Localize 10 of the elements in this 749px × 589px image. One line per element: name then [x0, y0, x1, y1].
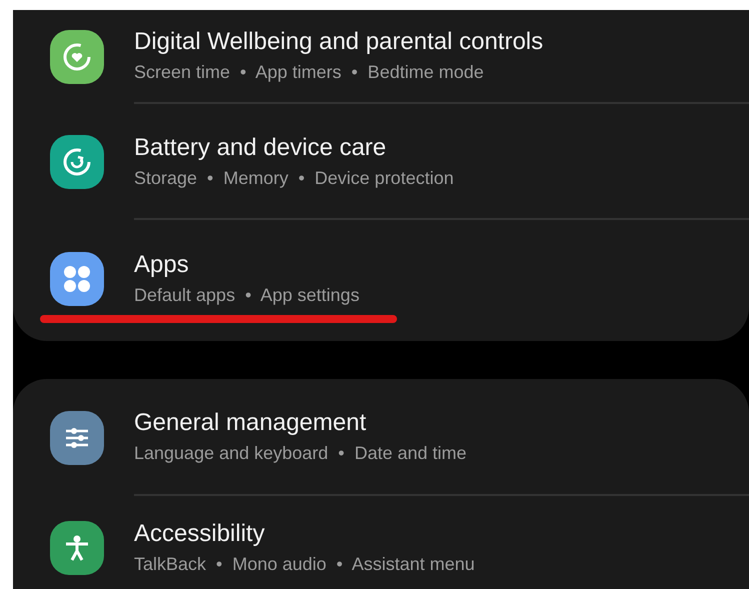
- setting-subtitle: TalkBack • Mono audio • Assistant menu: [134, 554, 476, 575]
- setting-subtitle: Storage • Memory • Device protection: [134, 168, 455, 189]
- setting-title[interactable]: Battery and device care: [134, 134, 749, 162]
- setting-subtitle: Default apps • App settings: [134, 285, 360, 306]
- setting-title[interactable]: Accessibility: [134, 520, 749, 548]
- setting-subtitle: Screen time • App timers • Bedtime mode: [134, 62, 485, 84]
- setting-title[interactable]: Apps: [134, 251, 749, 280]
- setting-subtitle: Language and keyboard • Date and time: [134, 443, 468, 464]
- setting-title[interactable]: Digital Wellbeing and parental controls: [134, 28, 749, 56]
- setting-title[interactable]: General management: [134, 409, 749, 437]
